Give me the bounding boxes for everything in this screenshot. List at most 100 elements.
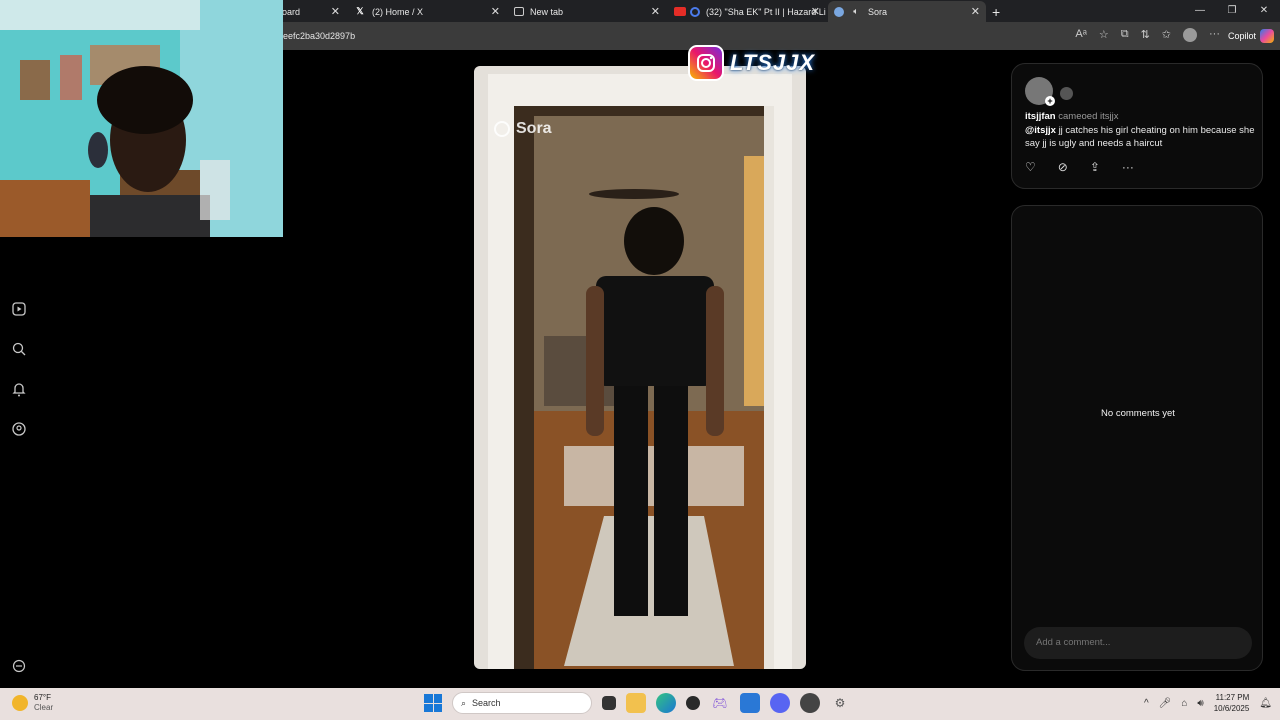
weather-temp: 67°F bbox=[34, 693, 51, 702]
weather-desc: Clear bbox=[34, 703, 54, 712]
tab-x-home[interactable]: 𝕏 (2) Home / X ✕ bbox=[348, 1, 506, 22]
caption-text: jj catches his girl cheating on him beca… bbox=[1025, 125, 1255, 149]
remix-icon[interactable]: ⊘ bbox=[1058, 160, 1068, 174]
moon-icon bbox=[12, 695, 28, 711]
new-tab-icon bbox=[514, 7, 524, 16]
instagram-icon bbox=[688, 45, 724, 81]
speaker-icon[interactable]: 🔈︎ bbox=[850, 6, 862, 18]
store-icon[interactable] bbox=[740, 693, 760, 713]
no-comments-text: No comments yet bbox=[1101, 408, 1175, 419]
follow-plus-icon[interactable]: + bbox=[1045, 96, 1055, 106]
favorites-icon[interactable]: ✩ bbox=[1162, 28, 1171, 42]
instagram-handle: LTSJJX bbox=[730, 50, 816, 75]
share-icon[interactable]: ⇪ bbox=[1090, 160, 1100, 174]
notification-icon[interactable]: 🔔︎ bbox=[1259, 698, 1272, 709]
more-options-icon[interactable]: ··· bbox=[1122, 160, 1134, 174]
system-tray: ^ 🎤︎ ⌂ 🔊︎ 11:27 PM 10/6/2025 🔔︎ bbox=[1144, 692, 1272, 714]
read-aloud-icon[interactable]: Aᵃ bbox=[1075, 28, 1086, 42]
instagram-overlay: LTSJJX bbox=[688, 43, 815, 83]
webcam-overlay bbox=[0, 0, 283, 237]
cameo-text: cameoed itsjjx bbox=[1058, 111, 1119, 122]
heart-icon[interactable]: ♡ bbox=[1025, 160, 1036, 174]
gamepad-icon[interactable]: 🎮︎ bbox=[710, 693, 730, 713]
close-window-icon[interactable]: ✕ bbox=[1248, 0, 1280, 22]
tab-label: (32) "Sha EK" Pt II | Hazard Li bbox=[706, 6, 826, 17]
clock-time: 11:27 PM bbox=[1215, 693, 1250, 702]
close-icon[interactable]: ✕ bbox=[331, 5, 340, 18]
task-view-icon[interactable] bbox=[602, 696, 616, 710]
more-menu-icon[interactable]: ··· bbox=[1209, 28, 1220, 42]
settings-gear-icon[interactable]: ⚙ bbox=[830, 693, 850, 713]
weather-text: 67°F Clear bbox=[34, 693, 53, 713]
close-icon[interactable]: ✕ bbox=[491, 5, 500, 18]
tab-label: oard bbox=[282, 6, 301, 17]
minimize-icon[interactable]: — bbox=[1184, 0, 1216, 22]
video-frame-image bbox=[474, 66, 806, 669]
chevron-up-icon[interactable]: ^ bbox=[1144, 698, 1149, 709]
profile-avatar[interactable] bbox=[1183, 28, 1197, 42]
sora-icon bbox=[834, 6, 844, 17]
volume-icon[interactable]: 🔊︎ bbox=[1197, 698, 1203, 709]
browser-toolbar: Aᵃ ☆ ⧉ ⇅ ✩ ··· bbox=[1075, 28, 1220, 42]
post-author: itsjjfan cameoed itsjjx bbox=[1025, 111, 1118, 122]
weather-widget[interactable]: 67°F Clear bbox=[12, 693, 53, 713]
obs-icon[interactable] bbox=[686, 696, 700, 710]
search-label: Search bbox=[472, 698, 501, 708]
video-feed-icon[interactable] bbox=[10, 300, 28, 318]
copilot-button[interactable]: Copilot bbox=[1228, 27, 1274, 45]
extensions-icon[interactable]: ⧉ bbox=[1121, 28, 1129, 42]
close-icon[interactable]: ✕ bbox=[811, 5, 820, 18]
url-field[interactable]: eefc2ba30d2897b bbox=[283, 31, 355, 41]
comment-input[interactable] bbox=[1024, 627, 1252, 659]
clock[interactable]: 11:27 PM 10/6/2025 bbox=[1214, 692, 1250, 714]
tab-youtube[interactable]: (32) "Sha EK" Pt II | Hazard Li ✕ bbox=[668, 1, 826, 22]
bell-icon[interactable] bbox=[10, 380, 28, 398]
tab-label: New tab bbox=[530, 6, 564, 17]
tab-label: Sora bbox=[868, 6, 888, 17]
taskbar-search[interactable]: ⌕ Search bbox=[452, 692, 592, 714]
comments-panel: No comments yet bbox=[1011, 205, 1263, 671]
watermark-text: Sora bbox=[516, 120, 552, 137]
network-icon[interactable]: ⌂ bbox=[1181, 698, 1187, 709]
windows-start-icon[interactable] bbox=[424, 694, 442, 712]
post-caption: @itsjjx jj catches his girl cheating on … bbox=[1025, 124, 1257, 150]
settings-toggle-icon[interactable] bbox=[10, 657, 28, 675]
post-actions: ♡ ⊘ ⇪ ··· bbox=[1025, 160, 1134, 174]
app-icon[interactable] bbox=[800, 693, 820, 713]
edge-icon[interactable] bbox=[656, 693, 676, 713]
sora-logo-icon bbox=[494, 121, 510, 137]
close-icon[interactable]: ✕ bbox=[971, 5, 980, 18]
x-logo-icon: 𝕏 bbox=[356, 6, 364, 16]
youtube-icon bbox=[674, 7, 686, 16]
new-tab-button[interactable]: + bbox=[988, 1, 1008, 22]
username-link[interactable]: itsjjfan bbox=[1025, 111, 1056, 122]
clock-date: 10/6/2025 bbox=[1213, 704, 1250, 713]
close-icon[interactable]: ✕ bbox=[651, 5, 660, 18]
search-icon[interactable] bbox=[10, 340, 28, 358]
tab-dashboard[interactable]: oard ✕ bbox=[276, 1, 346, 22]
profile-icon[interactable] bbox=[10, 420, 28, 438]
sora-watermark: Sora bbox=[494, 120, 552, 138]
search-icon: ⌕ bbox=[461, 697, 467, 708]
video-player[interactable]: Sora bbox=[474, 66, 806, 669]
mention-link[interactable]: @itsjjx bbox=[1025, 125, 1056, 136]
window-controls: — ❐ ✕ bbox=[1184, 0, 1280, 22]
copilot-label: Copilot bbox=[1227, 31, 1256, 41]
cameo-avatar[interactable] bbox=[1060, 87, 1073, 100]
taskbar: 67°F Clear ⌕ Search 🎮︎ ⚙ ^ 🎤︎ ⌂ 🔊︎ 11:27… bbox=[0, 688, 1280, 720]
favorite-star-icon[interactable]: ☆ bbox=[1099, 28, 1109, 42]
tab-label: (2) Home / X bbox=[372, 6, 424, 17]
recording-icon bbox=[690, 6, 700, 17]
left-nav bbox=[10, 300, 28, 438]
microphone-icon[interactable]: 🎤︎ bbox=[1159, 698, 1172, 709]
split-screen-icon[interactable]: ⇅ bbox=[1141, 28, 1150, 42]
tab-sora[interactable]: 🔈︎ Sora ✕ bbox=[828, 1, 986, 22]
restore-icon[interactable]: ❐ bbox=[1216, 0, 1248, 22]
tab-new-tab[interactable]: New tab ✕ bbox=[508, 1, 666, 22]
file-explorer-icon[interactable] bbox=[626, 693, 646, 713]
taskbar-apps: ⌕ Search 🎮︎ ⚙ bbox=[424, 692, 850, 714]
webcam-feed-image bbox=[0, 0, 283, 237]
discord-icon[interactable] bbox=[770, 693, 790, 713]
copilot-icon bbox=[1260, 29, 1274, 43]
post-info-card: + itsjjfan cameoed itsjjx @itsjjx jj cat… bbox=[1011, 63, 1263, 189]
